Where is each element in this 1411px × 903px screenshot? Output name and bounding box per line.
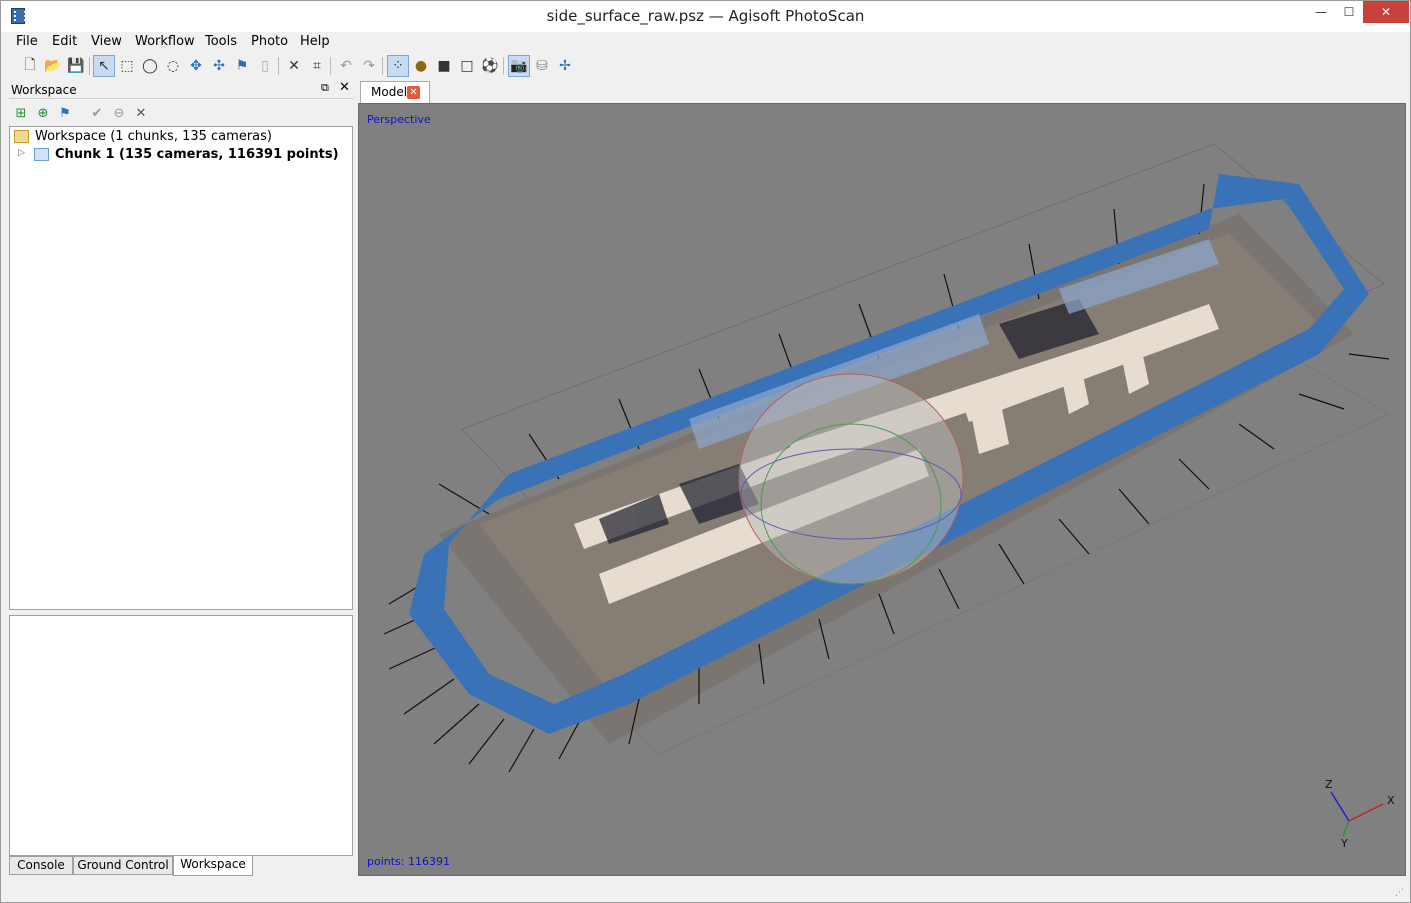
menu-help[interactable]: Help xyxy=(300,34,330,49)
circle-select-icon[interactable]: ◯ xyxy=(139,55,161,77)
wireframe-model-icon[interactable]: □ xyxy=(456,55,478,77)
expand-arrow-icon[interactable]: ▷ xyxy=(18,148,25,158)
tab-workspace[interactable]: Workspace xyxy=(173,856,253,876)
redo-icon[interactable]: ↷ xyxy=(358,55,380,77)
chunk-icon xyxy=(34,148,49,161)
delete-selection-icon[interactable]: ✕ xyxy=(283,55,305,77)
marker-flag-icon[interactable]: ⚑ xyxy=(231,55,253,77)
x-axis-label: X xyxy=(1387,794,1395,807)
show-region-icon[interactable]: ⛁ xyxy=(531,55,553,77)
open-folder-icon[interactable]: 📂 xyxy=(42,55,64,77)
title-bar: side_surface_raw.psz — Agisoft PhotoScan… xyxy=(1,1,1410,32)
menu-edit[interactable]: Edit xyxy=(52,34,77,49)
close-panel-icon[interactable]: ✕ xyxy=(339,80,350,95)
menu-photo[interactable]: Photo xyxy=(251,34,288,49)
maximize-button[interactable]: ☐ xyxy=(1335,1,1363,23)
points-count-label: points: 116391 xyxy=(367,855,450,868)
close-button[interactable]: ✕ xyxy=(1363,1,1409,23)
menu-workflow[interactable]: Workflow xyxy=(135,34,195,49)
minimize-button[interactable]: — xyxy=(1307,1,1335,23)
workspace-panel-header: Workspace ⧉ ✕ xyxy=(9,80,353,99)
close-tab-icon[interactable]: ✕ xyxy=(407,86,420,99)
crop-selection-icon[interactable]: ⌗ xyxy=(306,55,328,77)
point-cloud-scene xyxy=(383,143,1391,837)
projection-label: Perspective xyxy=(367,113,431,126)
rectangle-select-icon[interactable]: ⬚ xyxy=(116,55,138,77)
z-axis-line xyxy=(1330,791,1350,822)
workspace-tree: Workspace (1 chunks, 135 cameras) ▷ Chun… xyxy=(9,126,353,610)
main-toolbar: 🗋 📂 💾 ↖ ⬚ ◯ ◌ ✥ ✣ ⚑ ▯ ✕ ⌗ ↶ ↷ ⁘ ● ■ □ ⚽ … xyxy=(1,53,1410,79)
textured-model-icon[interactable]: ⚽ xyxy=(479,55,501,77)
tab-model-label: Model xyxy=(371,85,408,99)
solid-model-icon[interactable]: ■ xyxy=(433,55,455,77)
new-file-icon[interactable]: 🗋 xyxy=(19,55,41,77)
workspace-toolbar: ⊞ ⊕ ⚑ ✔ ⊖ ✕ xyxy=(9,101,353,125)
toolbar-separator xyxy=(503,57,504,75)
toolbar-separator xyxy=(382,57,383,75)
navigation-cursor-icon[interactable]: ↖ xyxy=(93,55,115,77)
menu-bar: File Edit View Workflow Tools Photo Help xyxy=(1,32,1410,52)
enable-icon[interactable]: ✔ xyxy=(87,103,107,123)
ruler-icon[interactable]: ▯ xyxy=(254,55,276,77)
move-region-icon[interactable]: ✥ xyxy=(185,55,207,77)
workspace-root-label: Workspace (1 chunks, 135 cameras) xyxy=(35,129,272,144)
app-window: side_surface_raw.psz — Agisoft PhotoScan… xyxy=(0,0,1411,903)
float-panel-icon[interactable]: ⧉ xyxy=(321,81,329,95)
menu-tools[interactable]: Tools xyxy=(205,34,237,49)
toolbar-separator xyxy=(330,57,331,75)
menu-view[interactable]: View xyxy=(91,34,122,49)
add-markers-icon[interactable]: ⚑ xyxy=(55,103,75,123)
y-axis-line xyxy=(1342,820,1350,837)
toolbar-separator xyxy=(278,57,279,75)
point-cloud-icon[interactable]: ⁘ xyxy=(387,55,409,77)
axis-gizmo xyxy=(1330,791,1384,837)
menu-file[interactable]: File xyxy=(16,34,38,49)
z-axis-label: Z xyxy=(1325,778,1333,791)
resize-grip-icon[interactable]: ⋰ xyxy=(1395,888,1404,898)
save-icon[interactable]: 💾 xyxy=(65,55,87,77)
resize-region-icon[interactable]: ✣ xyxy=(208,55,230,77)
document-tab-bar: Model ✕ xyxy=(358,79,1406,103)
remove-items-icon[interactable]: ✕ xyxy=(131,103,151,123)
reset-view-icon[interactable]: ✢ xyxy=(554,55,576,77)
tab-console[interactable]: Console xyxy=(9,856,73,875)
shaded-model-icon[interactable]: ● xyxy=(410,55,432,77)
tab-ground-control[interactable]: Ground Control xyxy=(73,856,173,875)
status-bar: ⋰ xyxy=(1,879,1410,902)
window-title: side_surface_raw.psz — Agisoft PhotoScan xyxy=(546,7,865,25)
disable-icon[interactable]: ⊖ xyxy=(109,103,129,123)
show-cameras-icon[interactable]: 📷 xyxy=(508,55,530,77)
undo-icon[interactable]: ↶ xyxy=(335,55,357,77)
navigation-sphere xyxy=(739,374,963,584)
y-axis-label: Y xyxy=(1341,837,1348,850)
model-viewport[interactable]: Perspective points: 116391 X Z Y xyxy=(358,103,1406,876)
tab-model[interactable]: Model ✕ xyxy=(360,81,430,103)
add-chunk-icon[interactable]: ⊞ xyxy=(11,103,31,123)
properties-pane xyxy=(9,615,353,856)
workspace-panel-title: Workspace xyxy=(11,83,77,97)
add-photos-icon[interactable]: ⊕ xyxy=(33,103,53,123)
x-axis-line xyxy=(1348,803,1384,822)
bottom-tab-bar: Console Ground Control Workspace xyxy=(9,856,353,876)
workspace-folder-icon xyxy=(14,130,29,143)
toolbar-separator xyxy=(89,57,90,75)
chunk-label: Chunk 1 (135 cameras, 116391 points) xyxy=(55,147,339,162)
free-form-select-icon[interactable]: ◌ xyxy=(162,55,184,77)
